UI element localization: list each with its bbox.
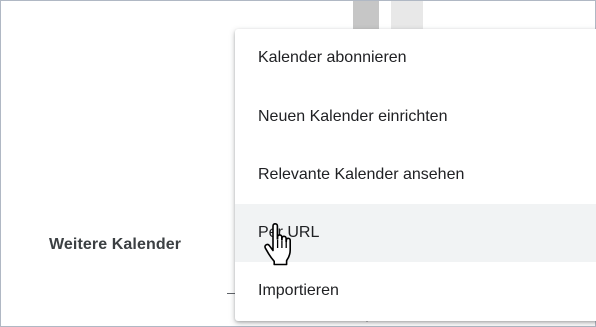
scrollbar-thumb[interactable] — [353, 1, 379, 31]
menu-item-browse-calendars[interactable]: Relevante Kalender ansehen — [235, 146, 596, 204]
hand-pointer-icon — [264, 223, 291, 266]
menu-item-import[interactable]: Importieren — [235, 262, 596, 320]
other-calendars-label[interactable]: Weitere Kalender — [49, 236, 181, 254]
menu-item-subscribe-calendar[interactable]: Kalender abonnieren — [235, 29, 596, 87]
menu-item-create-calendar[interactable]: Neuen Kalender einrichten — [235, 88, 596, 146]
add-calendar-menu: Kalender abonnieren Neuen Kalender einri… — [235, 29, 596, 321]
scrollbar-track[interactable] — [391, 1, 423, 31]
